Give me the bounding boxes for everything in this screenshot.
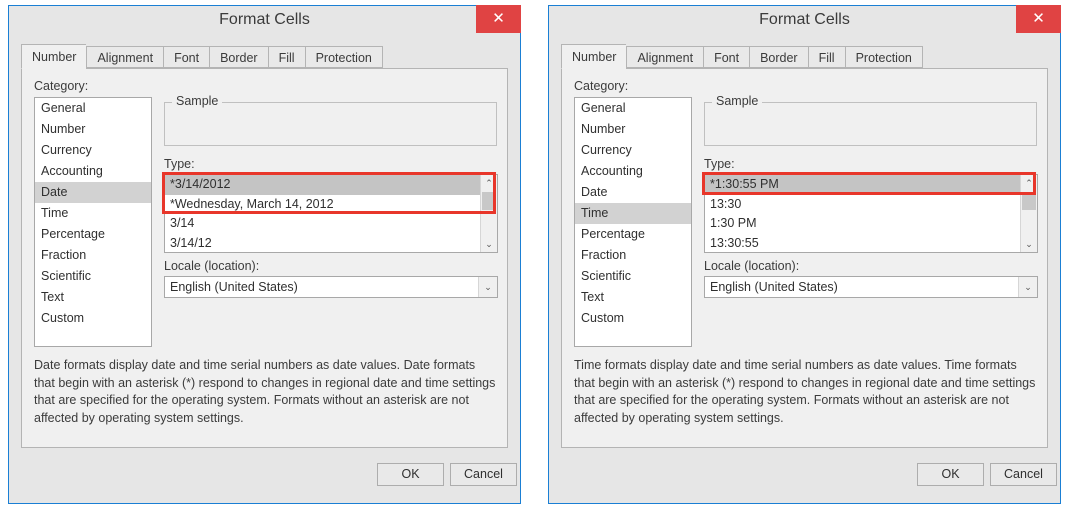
close-icon[interactable]: ✕ [476,5,521,33]
category-item-custom[interactable]: Custom [575,308,691,329]
type-listbox[interactable]: *3/14/2012 *Wednesday, March 14, 2012 3/… [164,174,498,253]
page-title: Format Cells [759,11,850,28]
type-item-2[interactable]: 3/14 [165,214,480,234]
locale-select[interactable]: English (United States) ⌄ [164,276,498,298]
tab-number[interactable]: Number [21,44,87,69]
type-label: Type: [704,157,735,171]
locale-value: English (United States) [170,280,298,294]
category-item-number[interactable]: Number [35,119,151,140]
type-label: Type: [164,157,195,171]
type-items: *3/14/2012 *Wednesday, March 14, 2012 3/… [165,175,480,252]
category-item-scientific[interactable]: Scientific [35,266,151,287]
type-items: *1:30:55 PM 13:30 1:30 PM 13:30:55 [705,175,1020,252]
category-item-general[interactable]: General [35,98,151,119]
screenshot-stage: Format Cells ✕ Number Alignment Font Bor… [0,0,1076,513]
type-item-2[interactable]: 1:30 PM [705,214,1020,234]
sample-group [164,102,497,146]
chevron-down-icon[interactable]: ⌄ [1018,277,1037,297]
sample-group [704,102,1037,146]
type-item-0[interactable]: *1:30:55 PM [705,175,1020,195]
chevron-down-icon[interactable]: ⌄ [478,277,497,297]
tab-strip: Number Alignment Font Border Fill Protec… [561,44,923,69]
ok-button[interactable]: OK [377,463,444,486]
category-item-text[interactable]: Text [35,287,151,308]
category-item-accounting[interactable]: Accounting [575,161,691,182]
scroll-up-icon[interactable]: ⌃ [481,175,497,191]
type-list-scrollbar[interactable]: ⌃ ⌄ [480,175,497,252]
type-item-1[interactable]: *Wednesday, March 14, 2012 [165,195,480,215]
scroll-down-icon[interactable]: ⌄ [1021,236,1037,252]
category-listbox[interactable]: General Number Currency Accounting Date … [34,97,152,347]
category-label: Category: [574,79,629,93]
number-tab-panel: Category: General Number Currency Accoun… [21,68,508,448]
category-item-fraction[interactable]: Fraction [35,245,151,266]
category-item-date[interactable]: Date [35,182,151,203]
type-item-3[interactable]: 3/14/12 [165,234,480,253]
locale-select[interactable]: English (United States) ⌄ [704,276,1038,298]
tab-fill[interactable]: Fill [807,46,845,68]
type-item-0[interactable]: *3/14/2012 [165,175,480,195]
title-bar: Format Cells ✕ [549,5,1061,38]
cancel-button[interactable]: Cancel [450,463,517,486]
category-item-currency[interactable]: Currency [575,140,691,161]
format-cells-dialog-date: Format Cells ✕ Number Alignment Font Bor… [8,5,521,504]
tab-protection[interactable]: Protection [844,46,923,68]
cancel-button[interactable]: Cancel [990,463,1057,486]
category-item-date[interactable]: Date [575,182,691,203]
tab-fill[interactable]: Fill [267,46,305,68]
locale-value: English (United States) [710,280,838,294]
scroll-down-icon[interactable]: ⌄ [481,236,497,252]
category-item-text[interactable]: Text [575,287,691,308]
tab-font[interactable]: Font [703,46,750,68]
category-item-general[interactable]: General [575,98,691,119]
type-item-1[interactable]: 13:30 [705,195,1020,215]
title-bar: Format Cells ✕ [9,5,521,38]
ok-button[interactable]: OK [917,463,984,486]
category-item-percentage[interactable]: Percentage [575,224,691,245]
tab-alignment[interactable]: Alignment [626,46,704,68]
format-description: Date formats display date and time seria… [34,358,496,425]
category-item-currency[interactable]: Currency [35,140,151,161]
tab-font[interactable]: Font [163,46,210,68]
page-title: Format Cells [219,11,310,28]
category-item-time[interactable]: Time [575,203,691,224]
tab-strip: Number Alignment Font Border Fill Protec… [21,44,383,69]
type-listbox[interactable]: *1:30:55 PM 13:30 1:30 PM 13:30:55 ⌃ ⌄ [704,174,1038,253]
tab-protection[interactable]: Protection [304,46,383,68]
close-icon[interactable]: ✕ [1016,5,1061,33]
type-item-3[interactable]: 13:30:55 [705,234,1020,253]
format-description: Time formats display date and time seria… [574,358,1036,425]
category-item-accounting[interactable]: Accounting [35,161,151,182]
scrollbar-thumb[interactable] [1022,192,1036,210]
category-item-scientific[interactable]: Scientific [575,266,691,287]
tab-number[interactable]: Number [561,44,627,69]
locale-label: Locale (location): [704,259,800,273]
scroll-up-icon[interactable]: ⌃ [1021,175,1037,191]
scrollbar-thumb[interactable] [482,192,496,210]
category-item-time[interactable]: Time [35,203,151,224]
category-listbox[interactable]: General Number Currency Accounting Date … [574,97,692,347]
type-list-scrollbar[interactable]: ⌃ ⌄ [1020,175,1037,252]
category-label: Category: [34,79,89,93]
tab-border[interactable]: Border [749,46,808,68]
category-item-number[interactable]: Number [575,119,691,140]
tab-border[interactable]: Border [209,46,268,68]
category-item-fraction[interactable]: Fraction [575,245,691,266]
sample-label: Sample [712,94,763,108]
category-item-percentage[interactable]: Percentage [35,224,151,245]
sample-label: Sample [172,94,223,108]
category-item-custom[interactable]: Custom [35,308,151,329]
tab-alignment[interactable]: Alignment [86,46,164,68]
number-tab-panel: Category: General Number Currency Accoun… [561,68,1048,448]
format-cells-dialog-time: Format Cells ✕ Number Alignment Font Bor… [548,5,1061,504]
locale-label: Locale (location): [164,259,260,273]
